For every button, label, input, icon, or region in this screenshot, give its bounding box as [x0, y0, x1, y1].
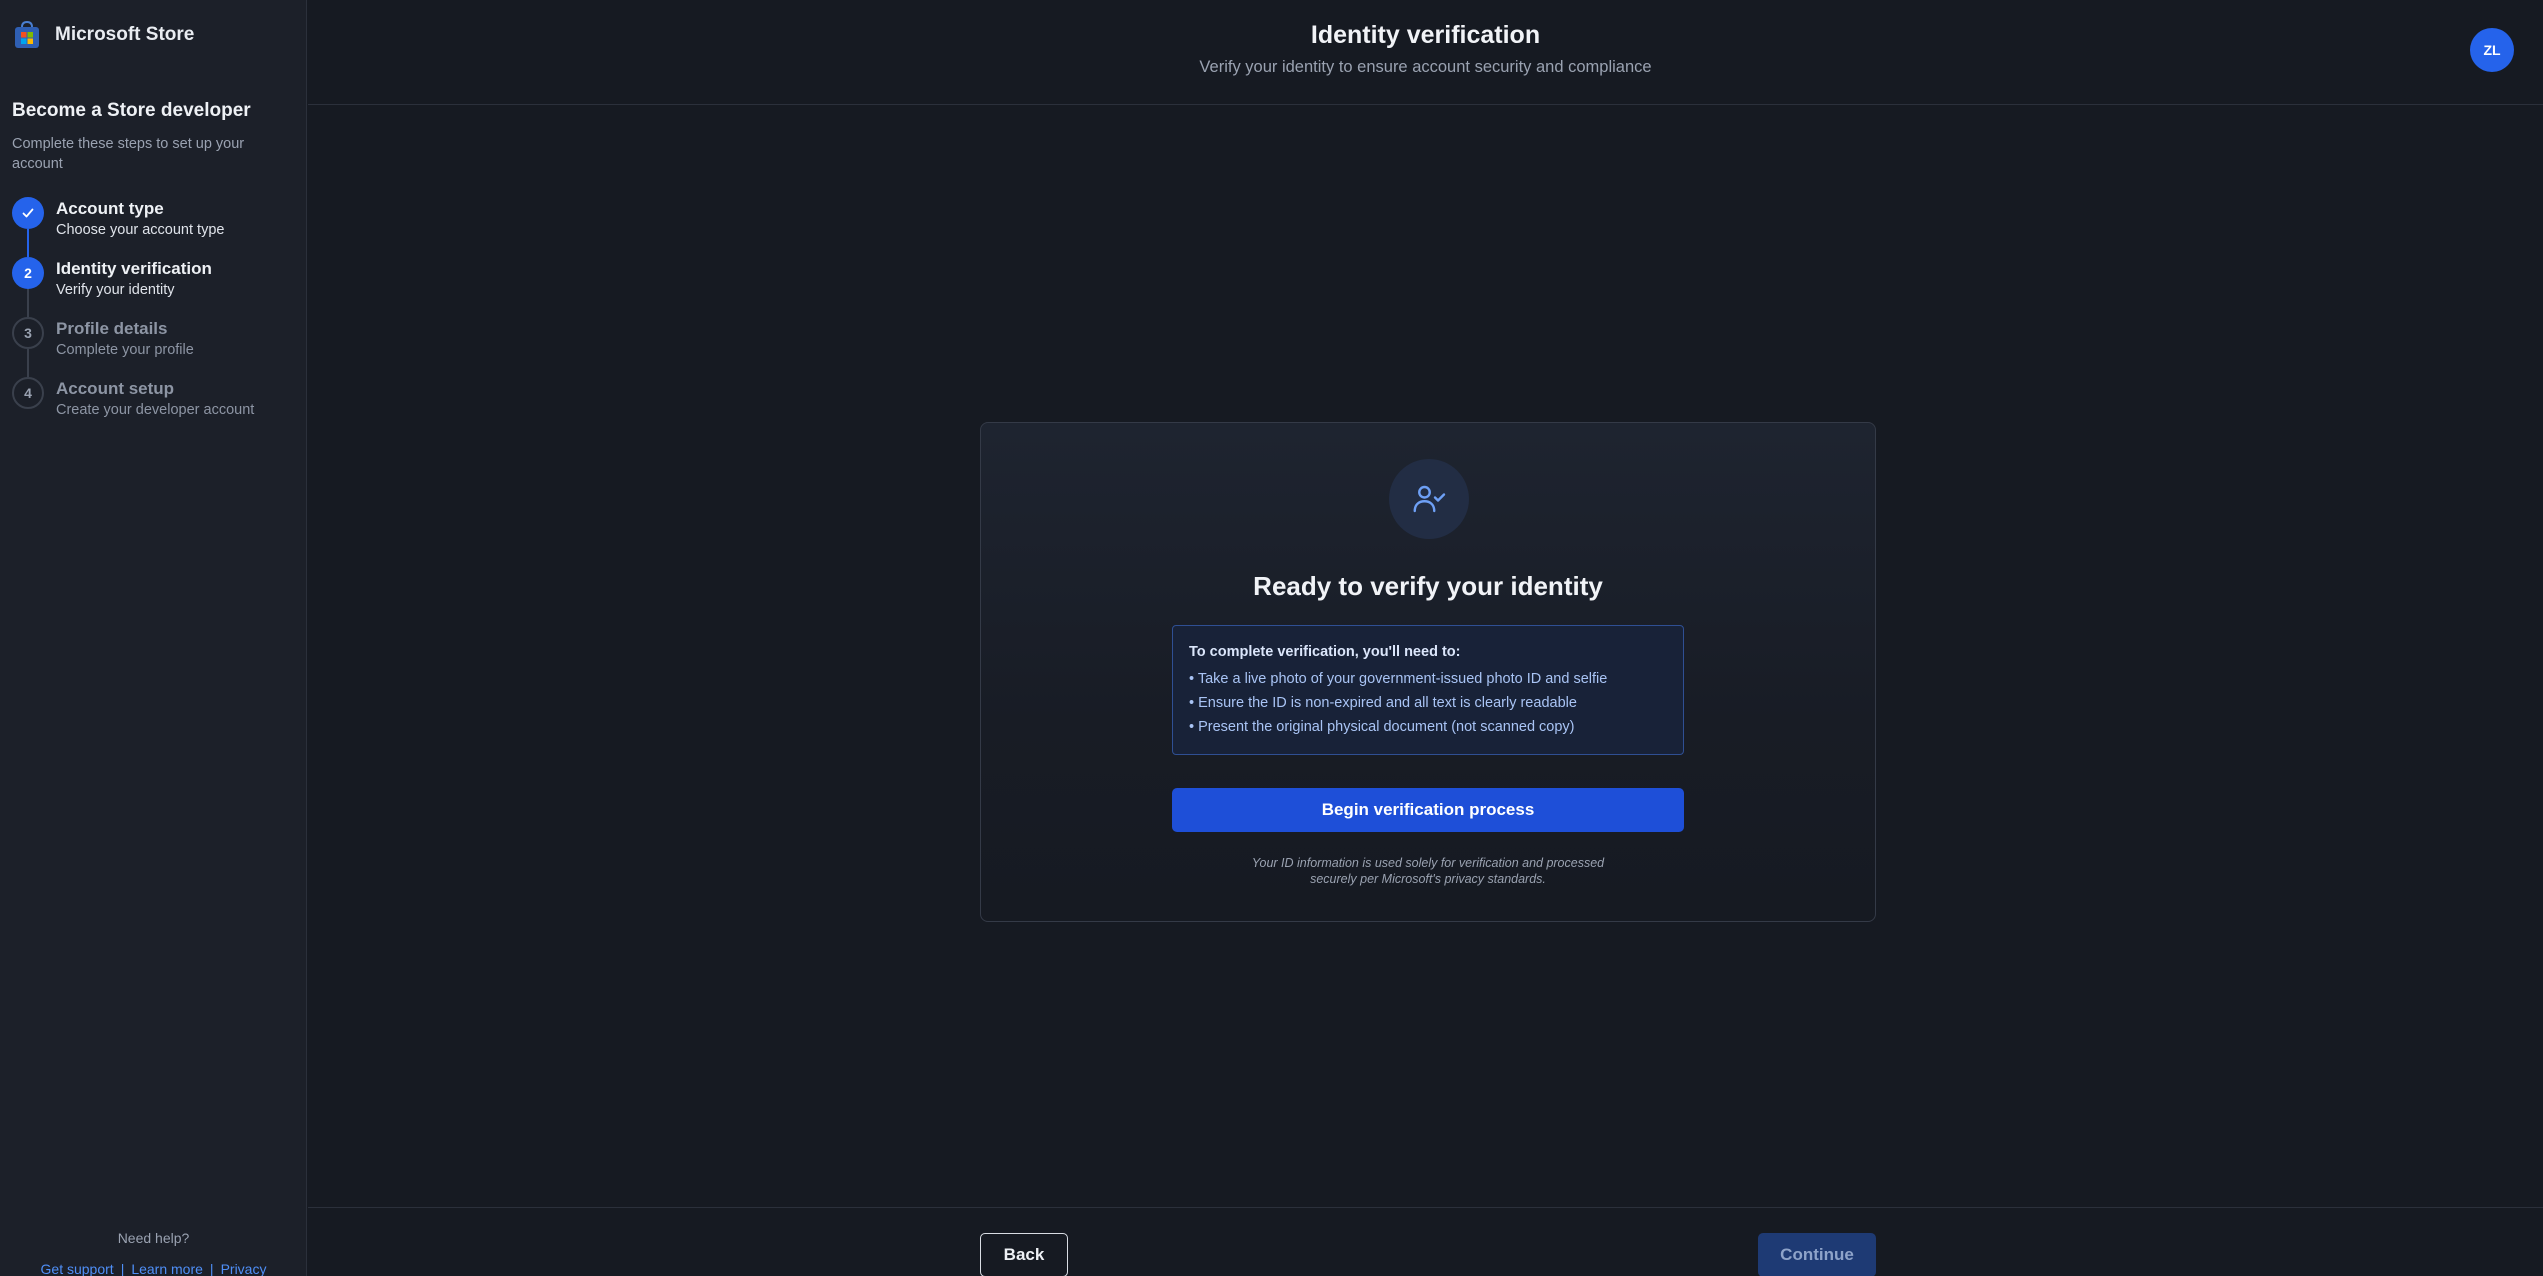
sidebar: Microsoft Store Become a Store developer… [0, 0, 307, 1276]
sidebar-title: Become a Store developer [12, 100, 251, 121]
step-list: Account type Choose your account type 2 … [12, 197, 302, 437]
step-description: Complete your profile [56, 342, 194, 358]
help-label: Need help? [117, 1230, 190, 1246]
step-description: Verify your identity [56, 282, 175, 298]
step-2-circle: 2 [12, 257, 44, 289]
list-item: • Present the original physical document… [1189, 719, 1575, 735]
brand[interactable]: Microsoft Store [12, 20, 194, 50]
avatar[interactable]: ZL [2470, 28, 2514, 72]
back-button[interactable]: Back [980, 1233, 1068, 1276]
continue-button[interactable]: Continue [1758, 1233, 1876, 1276]
brand-name: Microsoft Store [55, 24, 195, 45]
card-title: Ready to verify your identity [1253, 571, 1603, 601]
sidebar-subtitle: Complete these steps to set up your acco… [12, 136, 245, 172]
begin-verification-button[interactable]: Begin verification process [1172, 788, 1684, 832]
help-links: Get support | Learn more | Privacy [0, 1261, 307, 1276]
requirements-box: To complete verification, you'll need to… [1172, 625, 1684, 755]
step-3-circle: 3 [12, 317, 44, 349]
page-title: Identity verification [1310, 21, 1541, 49]
step-connector [27, 229, 29, 257]
header: Identity verification Verify your identi… [308, 0, 2543, 105]
privacy-link[interactable]: Privacy [221, 1261, 267, 1276]
step-title: Profile details [56, 319, 168, 338]
user-check-icon [1413, 485, 1446, 513]
check-icon [22, 208, 34, 218]
requirements-title: To complete verification, you'll need to… [1189, 644, 1461, 660]
list-item: • Take a live photo of your government-i… [1189, 671, 1608, 687]
step-identity-verification[interactable]: 2 Identity verification Verify your iden… [12, 257, 302, 317]
learn-more-link[interactable]: Learn more [131, 1261, 203, 1276]
page-subtitle: Verify your identity to ensure account s… [1199, 58, 1652, 76]
step-1-circle [12, 197, 44, 229]
requirements-list: • Take a live photo of your government-i… [1189, 667, 1667, 739]
step-account-setup[interactable]: 4 Account setup Create your developer ac… [12, 377, 302, 437]
privacy-note: Your ID information is used solely for v… [1251, 856, 1605, 886]
verification-card: Ready to verify your identity To complet… [980, 422, 1876, 922]
get-support-link[interactable]: Get support [41, 1261, 114, 1276]
step-description: Create your developer account [56, 402, 255, 418]
step-title: Account type [56, 199, 164, 218]
footer-nav: Back Continue [308, 1207, 2543, 1276]
microsoft-store-bag-icon [15, 20, 39, 48]
link-separator: | [209, 1261, 214, 1276]
step-title: Account setup [56, 379, 175, 398]
user-check-icon-badge [1389, 459, 1469, 539]
step-connector [27, 349, 29, 377]
step-description: Choose your account type [56, 222, 225, 238]
list-item: • Ensure the ID is non-expired and all t… [1189, 695, 1577, 711]
step-4-circle: 4 [12, 377, 44, 409]
step-title: Identity verification [56, 259, 212, 278]
step-connector [27, 289, 29, 317]
step-account-type[interactable]: Account type Choose your account type [12, 197, 302, 257]
link-separator: | [120, 1261, 125, 1276]
step-profile-details[interactable]: 3 Profile details Complete your profile [12, 317, 302, 377]
